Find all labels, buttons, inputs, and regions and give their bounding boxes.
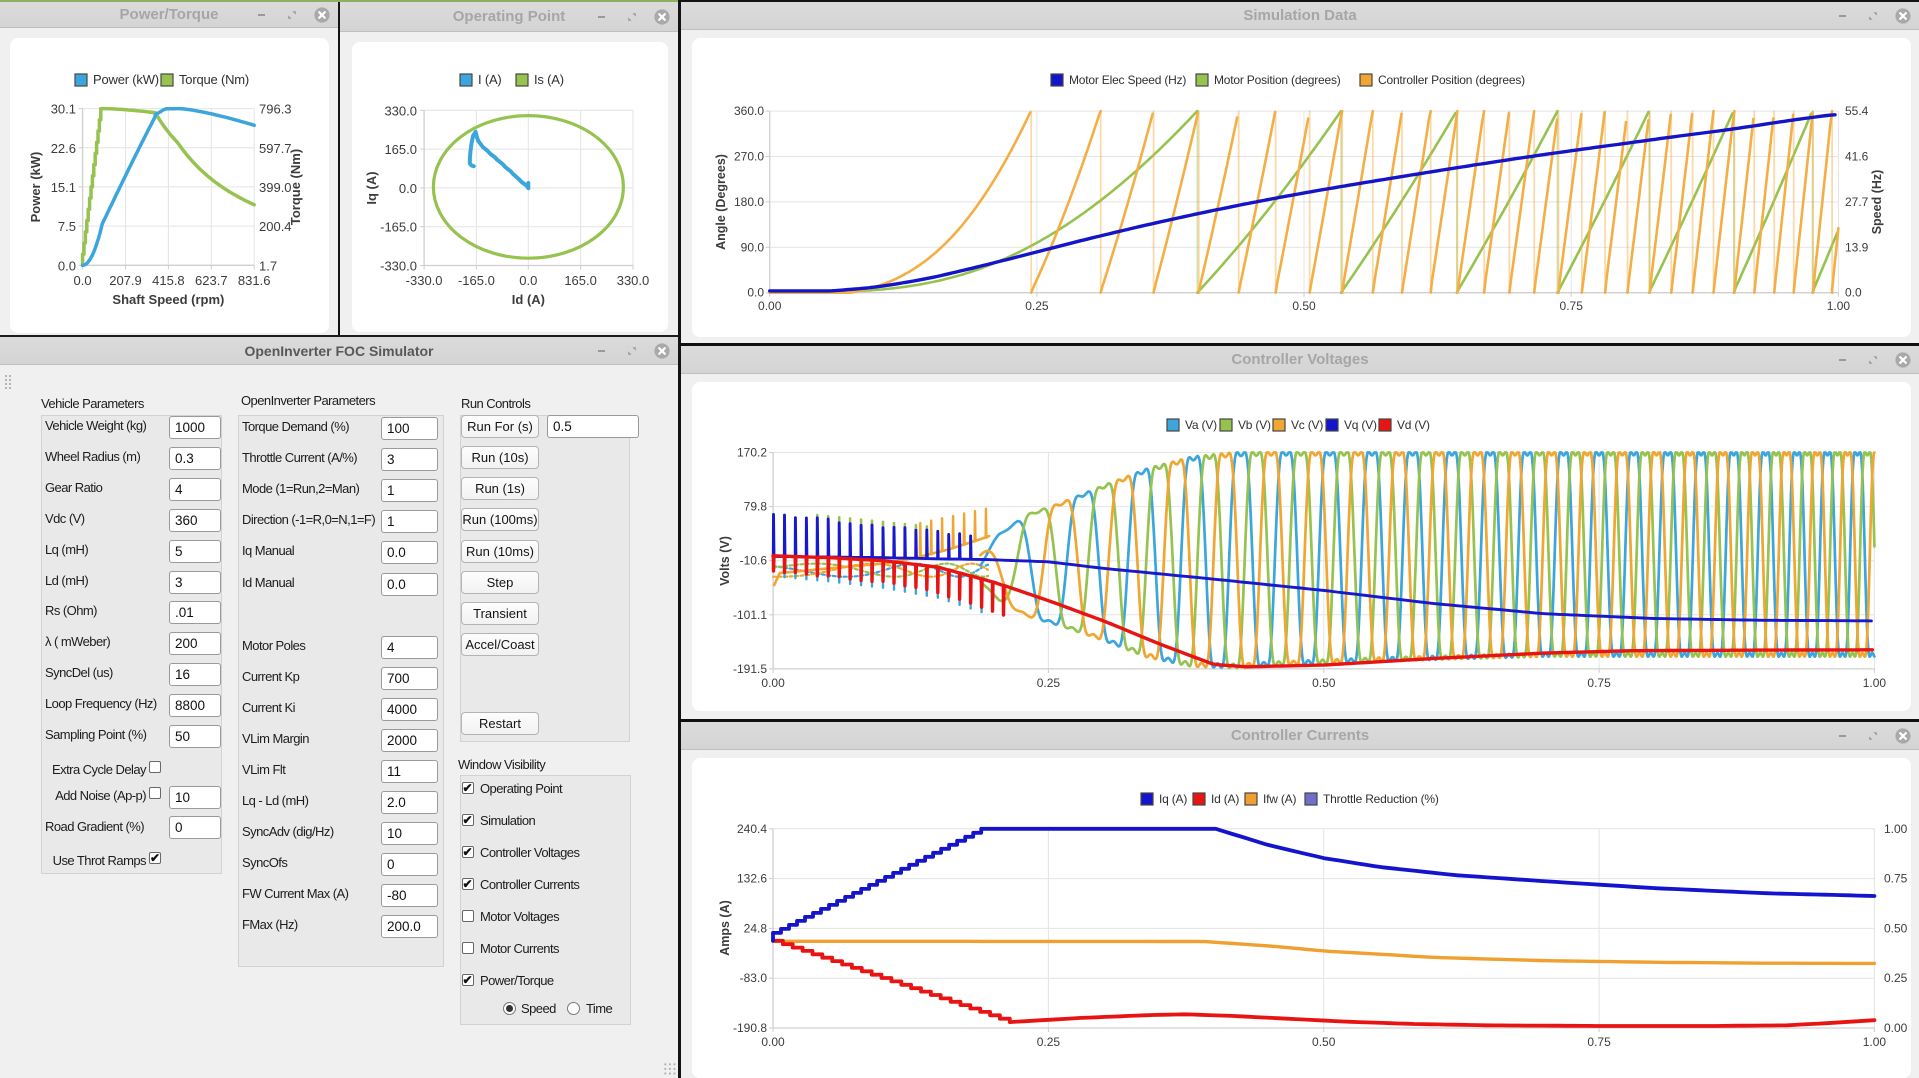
svg-text:0.50: 0.50 [1312,676,1336,690]
svg-text:207.9: 207.9 [109,273,142,288]
svg-text:13.9: 13.9 [1845,240,1869,254]
svg-text:831.6: 831.6 [238,273,271,288]
svg-text:30.1: 30.1 [51,102,76,117]
svg-text:Torque (Nm): Torque (Nm) [179,72,249,87]
svg-text:0.50: 0.50 [1884,921,1908,935]
svg-text:-101.1: -101.1 [733,608,767,622]
svg-text:-190.8: -190.8 [733,1021,767,1035]
svg-text:360.0: 360.0 [734,104,764,118]
svg-text:1.7: 1.7 [259,258,277,273]
svg-text:Ifw (A): Ifw (A) [1263,792,1296,806]
svg-text:240.4: 240.4 [737,822,767,836]
svg-text:Torque (Nm): Torque (Nm) [288,149,303,225]
svg-text:-330.0: -330.0 [380,259,417,274]
svg-text:0.0: 0.0 [519,273,537,288]
svg-text:1.00: 1.00 [1827,299,1851,313]
svg-text:Vd (V): Vd (V) [1397,418,1430,432]
svg-text:24.8: 24.8 [744,921,768,935]
svg-text:Is (A): Is (A) [534,72,564,87]
svg-text:Motor Elec Speed (Hz): Motor Elec Speed (Hz) [1069,73,1186,87]
svg-text:0.25: 0.25 [1037,1035,1061,1049]
svg-text:55.4: 55.4 [1845,104,1869,118]
svg-text:165.0: 165.0 [384,142,417,157]
svg-text:-165.0: -165.0 [458,273,495,288]
svg-text:0.0: 0.0 [74,273,92,288]
svg-text:7.5: 7.5 [58,219,76,234]
svg-text:-83.0: -83.0 [740,971,768,985]
svg-text:1.00: 1.00 [1863,1035,1887,1049]
svg-text:0.75: 0.75 [1884,872,1908,886]
svg-text:0.00: 0.00 [758,299,782,313]
svg-text:270.0: 270.0 [734,150,764,164]
svg-text:399.0: 399.0 [259,180,292,195]
svg-text:180.0: 180.0 [734,195,764,209]
svg-text:-191.5: -191.5 [733,662,767,676]
svg-text:Angle (Degrees): Angle (Degrees) [714,154,728,250]
svg-text:Amps (A): Amps (A) [718,900,732,956]
svg-text:Volts (V): Volts (V) [718,536,732,586]
svg-text:0.75: 0.75 [1587,676,1611,690]
svg-text:0.00: 0.00 [761,676,785,690]
svg-text:Motor Position (degrees): Motor Position (degrees) [1214,73,1341,87]
svg-text:22.6: 22.6 [51,141,76,156]
svg-text:0.00: 0.00 [761,1035,785,1049]
svg-text:0.50: 0.50 [1312,1035,1336,1049]
svg-text:27.7: 27.7 [1845,195,1869,209]
svg-text:0.25: 0.25 [1037,676,1061,690]
svg-text:Controller Position (degrees): Controller Position (degrees) [1378,73,1525,87]
svg-text:Power (kW): Power (kW) [28,152,43,223]
svg-text:90.0: 90.0 [741,240,765,254]
svg-text:170.2: 170.2 [737,446,767,460]
svg-text:Power (kW): Power (kW) [93,72,159,87]
svg-text:79.8: 79.8 [744,500,768,514]
svg-text:41.6: 41.6 [1845,150,1869,164]
svg-text:1.00: 1.00 [1863,676,1887,690]
svg-text:Va (V): Va (V) [1185,418,1217,432]
svg-text:623.7: 623.7 [195,273,228,288]
svg-text:Vq (V): Vq (V) [1344,418,1377,432]
svg-text:0.0: 0.0 [58,258,76,273]
svg-text:0.00: 0.00 [1884,1021,1908,1035]
svg-text:-165.0: -165.0 [380,220,417,235]
svg-text:330.0: 330.0 [384,103,417,118]
svg-text:Speed (Hz): Speed (Hz) [1870,170,1884,235]
svg-text:15.1: 15.1 [51,180,76,195]
svg-text:Id (A): Id (A) [512,292,545,307]
svg-text:Iq (A): Iq (A) [364,171,379,204]
svg-text:-10.6: -10.6 [740,554,768,568]
svg-text:0.25: 0.25 [1025,299,1049,313]
svg-text:Id (A): Id (A) [1211,792,1239,806]
svg-text:-330.0: -330.0 [406,273,443,288]
svg-text:Iq (A): Iq (A) [1159,792,1187,806]
svg-text:Vc (V): Vc (V) [1291,418,1323,432]
svg-text:0.50: 0.50 [1292,299,1316,313]
svg-text:I (A): I (A) [478,72,502,87]
svg-text:796.3: 796.3 [259,102,292,117]
svg-text:0.75: 0.75 [1560,299,1584,313]
svg-text:Shaft Speed (rpm): Shaft Speed (rpm) [112,292,224,307]
svg-text:0.0: 0.0 [399,181,417,196]
svg-text:415.8: 415.8 [152,273,185,288]
svg-text:1.00: 1.00 [1884,822,1908,836]
svg-text:0.75: 0.75 [1587,1035,1611,1049]
svg-text:330.0: 330.0 [617,273,650,288]
svg-text:200.4: 200.4 [259,219,292,234]
svg-text:0.0: 0.0 [747,286,764,300]
svg-text:0.25: 0.25 [1884,971,1908,985]
svg-text:597.7: 597.7 [259,141,292,156]
svg-text:0.0: 0.0 [1845,286,1862,300]
svg-text:165.0: 165.0 [564,273,597,288]
svg-text:Throttle Reduction (%): Throttle Reduction (%) [1323,792,1439,806]
svg-text:Vb (V): Vb (V) [1238,418,1271,432]
svg-text:132.6: 132.6 [737,872,767,886]
